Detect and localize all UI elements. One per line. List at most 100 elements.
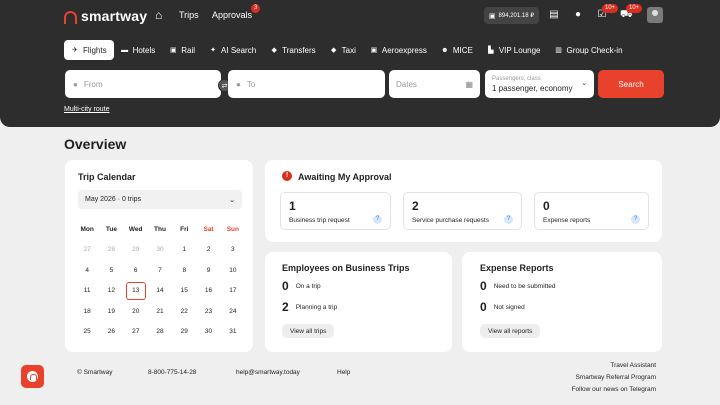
calendar-day-today[interactable]: 13 <box>124 281 148 300</box>
tab-label: VIP Lounge <box>498 45 541 55</box>
tasks-badge: 10+ <box>602 4 619 13</box>
tab-aeroexpress[interactable]: ▣ Aeroexpress <box>363 40 434 60</box>
stat-count: 2 <box>412 199 419 213</box>
calendar-day[interactable]: 22 <box>172 308 196 315</box>
approval-stat-trip[interactable]: 1 Business trip request ? <box>280 192 391 230</box>
weekday-label: Sun <box>226 225 239 233</box>
dates-field[interactable]: Dates ▦ <box>389 70 480 98</box>
calendar-day[interactable]: 24 <box>221 308 245 315</box>
tab-group-check-in[interactable]: ▥ Group Check-in <box>548 40 630 60</box>
passengers-select[interactable]: Passengers, class 1 passenger, economy ⌄ <box>485 70 594 98</box>
footer-link-travel-assistant[interactable]: Travel Assistant <box>610 362 656 369</box>
tab-ai-search[interactable]: ✦ AI Search <box>202 40 263 60</box>
multi-city-link[interactable]: Multi-city route <box>64 106 110 113</box>
calendar-day[interactable]: 15 <box>172 287 196 294</box>
view-all-reports-button[interactable]: View all reports <box>480 324 541 338</box>
calendar-day[interactable]: 1 <box>172 246 196 253</box>
help-icon[interactable]: ? <box>373 215 382 224</box>
nav-trips[interactable]: Trips <box>179 10 199 20</box>
calendar-day[interactable]: 11 <box>75 287 99 294</box>
avatar[interactable] <box>647 7 663 23</box>
weekday-label: Sat <box>203 225 214 233</box>
calendar-day[interactable]: 20 <box>124 308 148 315</box>
calendar-day[interactable]: 5 <box>99 267 123 274</box>
on-trip-label: On a trip <box>295 282 321 290</box>
employees-title: Employees on Business Trips <box>282 263 410 273</box>
calendar-day[interactable]: 28 <box>148 328 172 335</box>
footer-email[interactable]: help@smartway.today <box>236 369 300 376</box>
home-icon[interactable]: ⌂ <box>155 9 167 21</box>
week-row: 18 19 20 21 22 23 24 <box>75 301 245 322</box>
approval-stat-purchase[interactable]: 2 Service purchase requests ? <box>403 192 522 230</box>
stat-label: Business trip request <box>289 217 350 224</box>
calendar-day[interactable]: 29 <box>172 328 196 335</box>
view-all-trips-button[interactable]: View all trips <box>282 324 335 338</box>
approval-card: ! Awaiting My Approval 1 Business trip r… <box>265 160 662 242</box>
month-select[interactable]: May 2026 · 0 trips ⌄ <box>78 190 242 209</box>
calendar-day[interactable]: 3 <box>221 246 245 253</box>
footer-link-referral[interactable]: Smartway Referral Program <box>575 374 656 381</box>
calendar-day[interactable]: 9 <box>196 267 220 274</box>
calendar-day[interactable]: 30 <box>148 246 172 253</box>
chevron-down-icon: ⌄ <box>229 196 235 204</box>
chat-icon[interactable]: ● <box>572 9 584 21</box>
nav-approvals[interactable]: Approvals <box>212 10 252 20</box>
tab-flights[interactable]: ✈ Flights <box>64 40 114 60</box>
support-chat-button[interactable] <box>21 365 44 388</box>
from-field[interactable]: ● From <box>65 70 221 98</box>
calendar-day[interactable]: 23 <box>196 308 220 315</box>
calendar-grid: Mon Tue Wed Thu Fri Sat Sun 27 28 29 30 1 2 3 4 5 6 7 8 9 10… <box>75 219 245 342</box>
calendar-day[interactable]: 17 <box>221 287 245 294</box>
tab-rail[interactable]: ▣ Rail <box>162 40 202 60</box>
calendar-day[interactable]: 25 <box>75 328 99 335</box>
balance-button[interactable]: ▣ 894,201.18 ₽ <box>484 7 539 24</box>
planning-count: 2 <box>282 300 289 314</box>
stat-label: Expense reports <box>543 217 591 224</box>
tab-hotels[interactable]: ▬ Hotels <box>114 40 163 60</box>
calendar-day[interactable]: 31 <box>221 328 245 335</box>
calendar-day[interactable]: 14 <box>148 287 172 294</box>
unsigned-label: Not signed <box>493 303 525 311</box>
on-trip-count: 0 <box>282 279 289 293</box>
tab-taxi[interactable]: ◆ Taxi <box>323 40 363 60</box>
calendar-day[interactable]: 28 <box>99 246 123 253</box>
location-pin-icon: ● <box>73 79 78 89</box>
calendar-day[interactable]: 8 <box>172 267 196 274</box>
tab-mice[interactable]: ☻ MICE <box>434 40 480 60</box>
approvals-badge: 3 <box>251 4 261 13</box>
footer-help-link[interactable]: Help <box>337 369 350 376</box>
calendar-day[interactable]: 10 <box>221 267 245 274</box>
logo[interactable]: smartway <box>64 8 147 24</box>
passengers-label: Passengers, class <box>492 75 541 82</box>
unsigned-count: 0 <box>480 300 487 314</box>
calendar-day[interactable]: 27 <box>75 246 99 253</box>
calendar-day[interactable]: 27 <box>124 328 148 335</box>
calendar-day[interactable]: 7 <box>148 267 172 274</box>
tab-transfers[interactable]: ◆ Transfers <box>263 40 323 60</box>
week-row: 25 26 27 28 29 30 31 <box>75 322 245 343</box>
calendar-day[interactable]: 21 <box>148 308 172 315</box>
tab-vip-lounge[interactable]: ▙ VIP Lounge <box>480 40 548 60</box>
help-icon[interactable]: ? <box>504 215 513 224</box>
calendar-day[interactable]: 2 <box>196 246 220 253</box>
search-button[interactable]: Search <box>598 70 664 98</box>
footer-phone[interactable]: 8-800-775-14-28 <box>148 369 196 376</box>
footer-link-telegram[interactable]: Follow our news on Telegram <box>572 386 656 393</box>
document-icon[interactable]: ▤ <box>548 9 560 21</box>
tab-label: Group Check-in <box>566 45 623 55</box>
planning-stat: 2 Planning a trip <box>282 300 337 314</box>
to-field[interactable]: ● To <box>228 70 385 98</box>
calendar-day[interactable]: 4 <box>75 267 99 274</box>
calendar-day[interactable]: 26 <box>99 328 123 335</box>
calendar-day[interactable]: 6 <box>124 267 148 274</box>
calendar-day[interactable]: 16 <box>196 287 220 294</box>
page-title: Overview <box>64 136 127 152</box>
calendar-day[interactable]: 30 <box>196 328 220 335</box>
taxi-icon: ◆ <box>330 47 337 54</box>
calendar-day[interactable]: 19 <box>99 308 123 315</box>
calendar-day[interactable]: 18 <box>75 308 99 315</box>
approval-stat-expense[interactable]: 0 Expense reports ? <box>534 192 649 230</box>
calendar-day[interactable]: 12 <box>99 287 123 294</box>
calendar-day[interactable]: 29 <box>124 246 148 253</box>
help-icon[interactable]: ? <box>631 215 640 224</box>
